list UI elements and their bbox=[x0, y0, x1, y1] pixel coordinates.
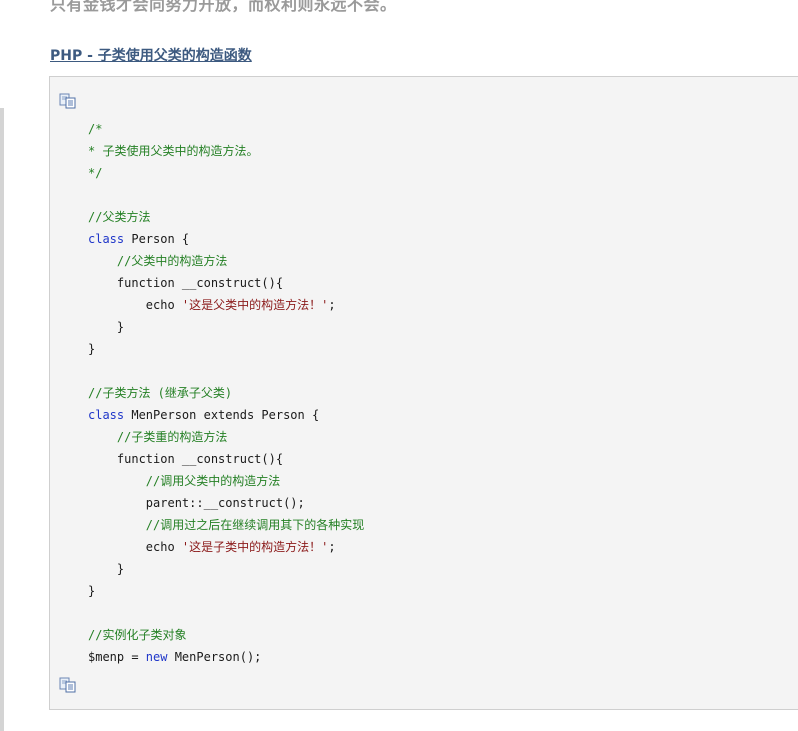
code-line: echo '这是子类中的构造方法！'; bbox=[88, 536, 364, 558]
code-comment: //父类中的构造方法 bbox=[116, 254, 228, 268]
code-text: MenPerson extends Person { bbox=[124, 408, 320, 422]
code-comment: //子类重的构造方法 bbox=[116, 430, 228, 444]
code-line: } bbox=[88, 558, 364, 580]
code-keyword: class bbox=[88, 232, 125, 246]
code-line: } bbox=[88, 338, 364, 360]
copy-code-button-bottom[interactable] bbox=[59, 677, 77, 693]
code-text: parent::__construct(); bbox=[88, 496, 305, 510]
code-line: function __construct(){ bbox=[88, 448, 364, 470]
code-line: * 子类使用父类中的构造方法。 bbox=[88, 140, 364, 162]
code-line: class MenPerson extends Person { bbox=[88, 404, 364, 426]
code-text: } bbox=[88, 320, 125, 334]
code-line: function __construct(){ bbox=[88, 272, 364, 294]
code-comment: //实例化子类对象 bbox=[88, 628, 187, 642]
copy-icon bbox=[59, 93, 76, 109]
code-text: ; bbox=[328, 298, 336, 312]
copy-icon bbox=[59, 677, 76, 693]
code-line: //子类重的构造方法 bbox=[88, 426, 364, 448]
code-comment: //调用过之后在继续调用其下的各种实现 bbox=[145, 518, 365, 532]
code-line: /* bbox=[88, 118, 364, 140]
code-text: echo bbox=[88, 540, 182, 554]
code-line: //实例化子类对象 bbox=[88, 624, 364, 646]
code-text: Person { bbox=[124, 232, 190, 246]
code-text: } bbox=[88, 562, 125, 576]
article-text-line: 只有金钱才会向努力开放，而权利则永远不会。 bbox=[50, 0, 397, 14]
page-left-border bbox=[0, 108, 4, 731]
code-line: class Person { bbox=[88, 228, 364, 250]
code-text: $menp = bbox=[88, 650, 146, 664]
code-comment: * 子类使用父类中的构造方法。 bbox=[88, 144, 259, 158]
code-keyword: new bbox=[145, 650, 168, 664]
code-keyword: class bbox=[88, 408, 125, 422]
code-text: ; bbox=[328, 540, 336, 554]
copy-code-button-top[interactable] bbox=[59, 93, 77, 109]
code-comment: //调用父类中的构造方法 bbox=[145, 474, 281, 488]
code-comment: //子类方法 (继承子父类) bbox=[88, 386, 233, 400]
code-line: //父类方法 bbox=[88, 206, 364, 228]
code-line: $menp = new MenPerson(); bbox=[88, 646, 364, 668]
code-line: echo '这是父类中的构造方法！'; bbox=[88, 294, 364, 316]
code-string: '这是父类中的构造方法！' bbox=[181, 298, 329, 312]
code-line: //父类中的构造方法 bbox=[88, 250, 364, 272]
code-block: /* * 子类使用父类中的构造方法。 *///父类方法 class Person { … bbox=[49, 76, 798, 710]
code-text: function __construct(){ bbox=[88, 452, 284, 466]
code-text: } bbox=[88, 584, 96, 598]
code-line: //调用父类中的构造方法 bbox=[88, 470, 364, 492]
code-comment: /* bbox=[88, 122, 103, 136]
code-line: } bbox=[88, 316, 364, 338]
code-text: function __construct(){ bbox=[88, 276, 284, 290]
code-text: echo bbox=[88, 298, 182, 312]
code-comment: //父类方法 bbox=[88, 210, 151, 224]
code-text: MenPerson(); bbox=[167, 650, 262, 664]
section-heading-link[interactable]: PHP - 子类使用父类的构造函数 bbox=[50, 45, 252, 65]
code-line: //调用过之后在继续调用其下的各种实现 bbox=[88, 514, 364, 536]
code-content: /* * 子类使用父类中的构造方法。 *///父类方法 class Person { … bbox=[88, 118, 364, 668]
code-string: '这是子类中的构造方法！' bbox=[181, 540, 329, 554]
code-comment: */ bbox=[88, 166, 103, 180]
code-line: parent::__construct(); bbox=[88, 492, 364, 514]
code-line: //子类方法 (继承子父类) bbox=[88, 382, 364, 404]
code-line: */ bbox=[88, 162, 364, 184]
code-line: } bbox=[88, 580, 364, 602]
code-text: } bbox=[88, 342, 96, 356]
